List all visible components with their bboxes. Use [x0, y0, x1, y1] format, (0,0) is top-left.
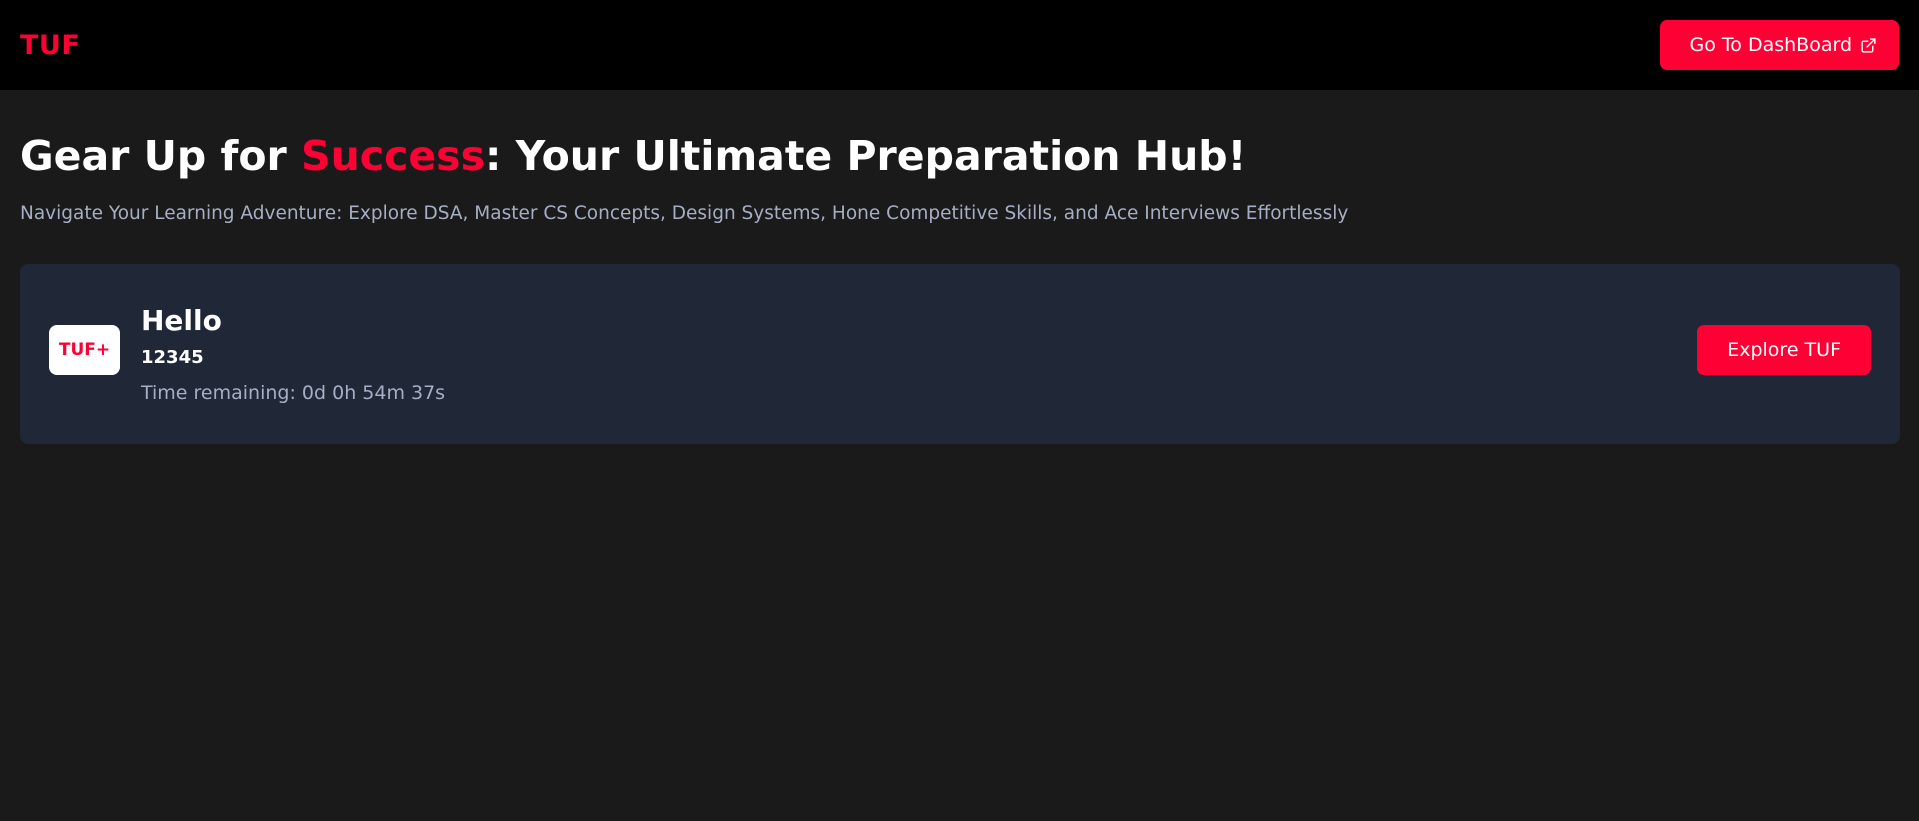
top-navbar: TUF Go To DashBoard	[0, 0, 1919, 90]
go-to-dashboard-button[interactable]: Go To DashBoard	[1659, 20, 1899, 70]
tuf-plus-badge: TUF+	[49, 325, 120, 376]
title-accent-word: Success	[301, 132, 485, 180]
card-info: Hello 12345 Time remaining: 0d 0h 54m 37…	[141, 304, 445, 405]
main-content: Gear Up for Success: Your Ultimate Prepa…	[0, 90, 1919, 445]
time-remaining-text: Time remaining: 0d 0h 54m 37s	[141, 382, 446, 405]
subscription-card: TUF+ Hello 12345 Time remaining: 0d 0h 5…	[20, 264, 1900, 445]
external-link-icon	[1860, 37, 1877, 54]
title-suffix: : Your Ultimate Preparation Hub!	[485, 132, 1247, 180]
card-greeting: Hello	[141, 303, 222, 337]
page-title: Gear Up for Success: Your Ultimate Prepa…	[20, 132, 1899, 181]
card-user-id: 12345	[141, 347, 204, 369]
title-prefix: Gear Up for	[20, 132, 302, 180]
tuf-logo[interactable]: TUF	[20, 30, 80, 61]
page-subtitle: Navigate Your Learning Adventure: Explor…	[20, 203, 1349, 225]
dashboard-button-label: Go To DashBoard	[1689, 34, 1852, 56]
explore-tuf-button[interactable]: Explore TUF	[1697, 325, 1871, 376]
